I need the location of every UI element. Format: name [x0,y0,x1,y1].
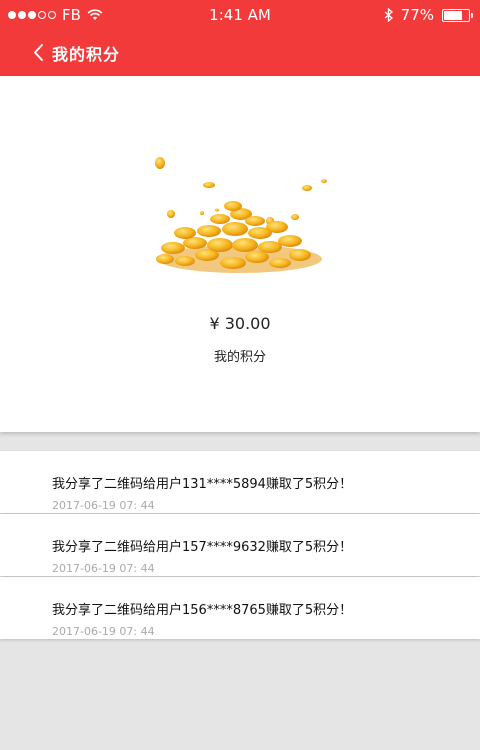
record-time: 2017-06-19 07: 44 [52,499,155,512]
list-item[interactable]: 我分享了二维码给用户131****5894赚取了5积分！ 2017-06-19 … [0,451,480,513]
battery-icon [442,8,473,22]
list-item[interactable]: 我分享了二维码给用户156****8765赚取了5积分！ 2017-06-19 … [0,577,480,639]
record-text: 我分享了二维码给用户157****9632赚取了5积分！ [52,540,353,555]
record-time: 2017-06-19 07: 44 [52,625,155,638]
bluetooth-icon [384,8,393,22]
gold-coins-illustration [155,157,327,273]
list-item[interactable]: 我分享了二维码给用户157****9632赚取了5积分！ 2017-06-19 … [0,514,480,576]
record-text: 我分享了二维码给用户131****5894赚取了5积分！ [52,477,353,492]
points-label: 我的积分 [213,350,266,365]
record-text: 我分享了二维码给用户156****8765赚取了5积分！ [52,603,353,618]
battery-percent: 77% [400,6,434,24]
chevron-left-icon[interactable] [30,40,50,66]
status-bar: FB 1:41 AM 77% [0,0,480,30]
record-time: 2017-06-19 07: 44 [52,562,155,575]
app-header: FB 1:41 AM 77% 我的积分 [0,0,480,76]
page-title: 我的积分 [52,45,121,64]
points-summary-card: ¥ 30.00 我的积分 [0,76,480,432]
nav-bar: 我的积分 [0,30,480,76]
points-amount: ¥ 30.00 [209,314,271,333]
